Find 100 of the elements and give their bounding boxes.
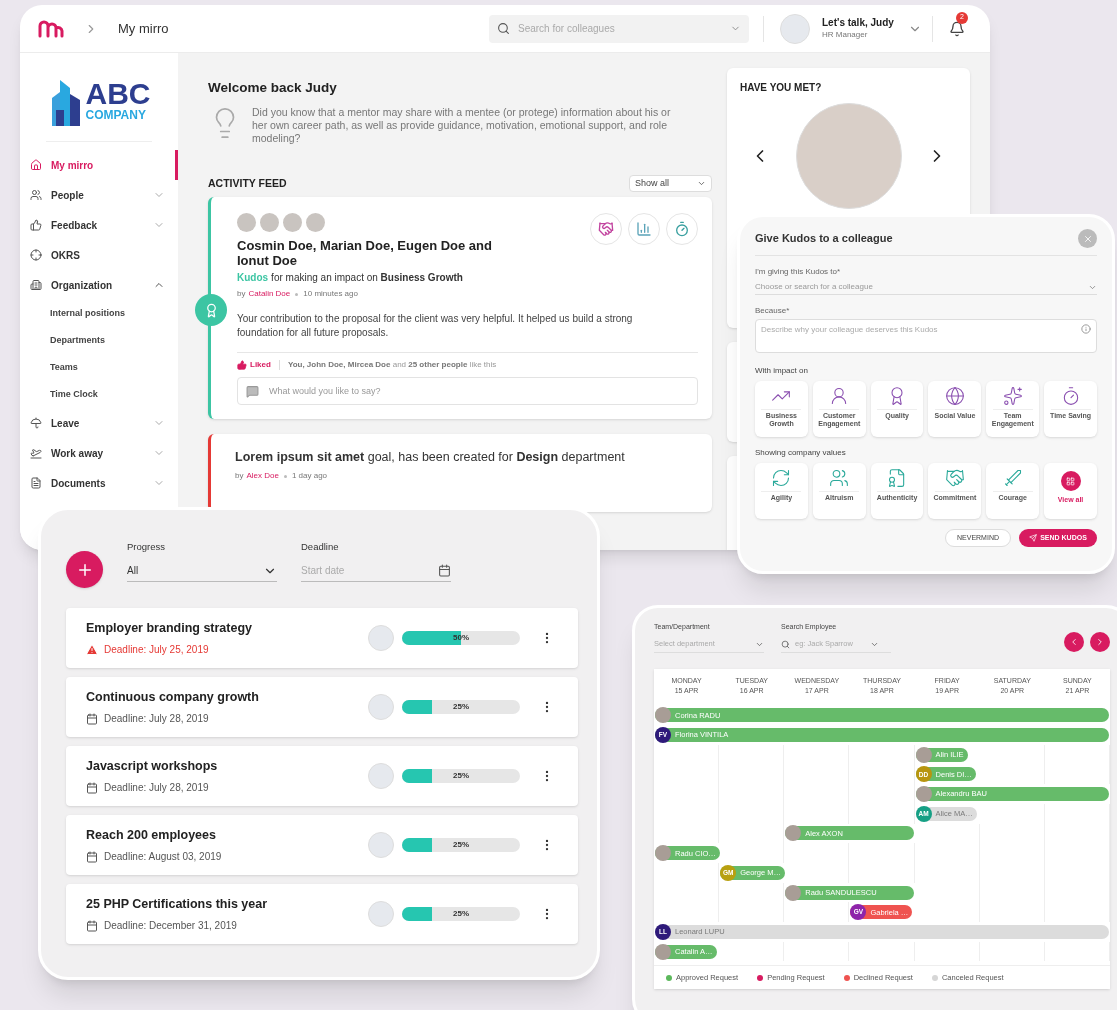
avatar-placeholder [260, 213, 279, 233]
avatar-placeholder [785, 825, 802, 842]
grid-icon [1060, 471, 1081, 491]
kudos-recipients: Cosmin Doe, Marian Doe, Eugen Doe and Ionut Doe [237, 238, 493, 269]
cycle-icon [771, 468, 792, 488]
likes-summary: You, John Doe, Mircea Doe and 25 other people like this [287, 359, 497, 372]
leave-bar-segment[interactable] [1045, 924, 1109, 939]
author-link[interactable]: Catalin Doe [248, 288, 291, 301]
logo-icon [38, 19, 64, 38]
feed-filter-select[interactable]: Show all [629, 175, 712, 193]
section-title: With impact on [755, 365, 809, 377]
owner-avatar [368, 694, 394, 721]
calendar-icon [86, 919, 98, 932]
avatar-placeholder [915, 746, 932, 763]
leave-bar-segment[interactable] [880, 885, 914, 900]
target-icon [30, 249, 42, 261]
comment-placeholder: What would you like to say? [269, 384, 381, 398]
chevron-left-icon [1069, 637, 1079, 647]
progress-reading: 25% [452, 770, 470, 783]
thumbs-up-icon [30, 219, 42, 231]
by-label: by [237, 288, 246, 301]
avatar-placeholder [785, 884, 802, 901]
sidebar-item[interactable]: Organization [20, 270, 178, 300]
leave-bar-segment[interactable] [846, 826, 914, 841]
previous-week-button[interactable] [1064, 632, 1084, 652]
home-icon [30, 159, 42, 171]
bell-icon[interactable] [948, 20, 965, 37]
sidebar-item[interactable]: OKRS [20, 240, 178, 270]
warning-icon [86, 643, 98, 656]
calendar-icon [86, 850, 98, 863]
sidebar-subitem[interactable]: Departments [20, 327, 178, 354]
sidebar-item[interactable]: Documents [20, 468, 178, 498]
like-button[interactable]: Liked [237, 359, 271, 372]
progress-select[interactable]: All [127, 560, 277, 583]
sidebar-item[interactable]: Work away [20, 438, 178, 468]
owner-avatar [368, 625, 394, 652]
author-link[interactable]: Alex Doe [246, 470, 279, 482]
have-you-met-title: HAVE YOU MET? [740, 81, 823, 95]
goal-row[interactable]: Continuous company growth Deadline: July 28, 2019 25% [66, 677, 578, 738]
next-week-button[interactable] [1090, 632, 1110, 652]
by-label: by [235, 470, 244, 482]
goal-row[interactable]: Employer branding strategy Deadline: July 25, 2019 50% [66, 608, 578, 669]
goal-title: Javascript workshops [86, 758, 219, 776]
comment-icon [246, 384, 259, 398]
close-icon [1082, 233, 1093, 244]
goal-deadline: Deadline: December 31, 2019 [104, 919, 237, 934]
breadcrumb[interactable]: My mirro [118, 18, 208, 39]
filter-label: Deadline [301, 540, 340, 554]
goal-row[interactable]: Reach 200 employees Deadline: August 03, 2019 25% [66, 815, 578, 876]
avatar-placeholder [237, 213, 256, 233]
leave-bar-segment[interactable] [1044, 708, 1109, 723]
leave-bar-segment[interactable] [1049, 787, 1109, 802]
kudos-tag: Kudos [237, 270, 269, 286]
owner-avatar [368, 901, 394, 928]
progress-reading: 25% [452, 908, 470, 921]
plane-icon [30, 447, 42, 459]
goal-title: Continuous company growth [86, 689, 260, 707]
post-time: 10 minutes ago [303, 288, 358, 301]
building-icon [30, 279, 42, 291]
owner-avatar [368, 763, 394, 790]
sparkles-icon [1002, 386, 1023, 406]
user-avatar[interactable] [780, 13, 810, 44]
calendar-icon [86, 712, 98, 725]
progress-reading: 50% [452, 632, 470, 645]
goal-deadline: Deadline: July 28, 2019 [104, 781, 209, 796]
leave-bar-segment[interactable] [1046, 728, 1110, 743]
send-icon [1029, 534, 1038, 542]
search-icon [781, 639, 790, 649]
sidebar-subitem[interactable]: Teams [20, 354, 178, 381]
thumbs-up-icon [237, 360, 247, 371]
sidebar-subitem[interactable]: Time Clock [20, 381, 178, 408]
goal-title: Reach 200 employees [86, 827, 217, 845]
kudos-message: Your contribution to the proposal for the client was very helpful. It helped us build a strong foundation for all future proposals. [237, 312, 634, 341]
goal-deadline: Deadline: August 03, 2019 [104, 850, 222, 865]
add-button[interactable] [66, 551, 103, 589]
dialog-title: Give Kudos to a colleague [755, 231, 893, 247]
close-button[interactable] [1078, 229, 1097, 248]
people-icon [30, 189, 42, 201]
globe-icon [944, 386, 965, 406]
field-label: I'm giving this Kudos to* [755, 266, 842, 278]
user-role: HR Manager [822, 28, 869, 41]
avatar-placeholder [655, 845, 671, 862]
user-name: Let's talk, Judy [822, 16, 894, 29]
sidebar-item[interactable]: Leave [20, 408, 178, 438]
chevron-right-icon [1095, 637, 1105, 647]
goal-row[interactable]: Javascript workshops Deadline: July 28, 2019 25% [66, 746, 578, 807]
filter-label: Progress [127, 540, 166, 554]
goal-announcement: Lorem ipsum sit amet goal, has been created for Design department [235, 449, 626, 467]
handshake-icon [944, 468, 965, 488]
avatar-placeholder [915, 786, 932, 803]
sidebar-item[interactable]: People [20, 180, 178, 210]
welcome-title: Welcome back Judy [208, 79, 338, 97]
sidebar-item[interactable]: Feedback [20, 210, 178, 240]
goal-title: Employer branding strategy [86, 620, 253, 638]
search-icon [497, 22, 510, 35]
avatar-placeholder [655, 943, 671, 960]
sidebar-subitem[interactable]: Internal positions [20, 300, 178, 327]
umbrella-icon [30, 417, 42, 429]
progress-reading: 25% [452, 839, 470, 852]
goal-row[interactable]: 25 PHP Certifications this year Deadline: December 31, 2019 25% [66, 884, 578, 945]
